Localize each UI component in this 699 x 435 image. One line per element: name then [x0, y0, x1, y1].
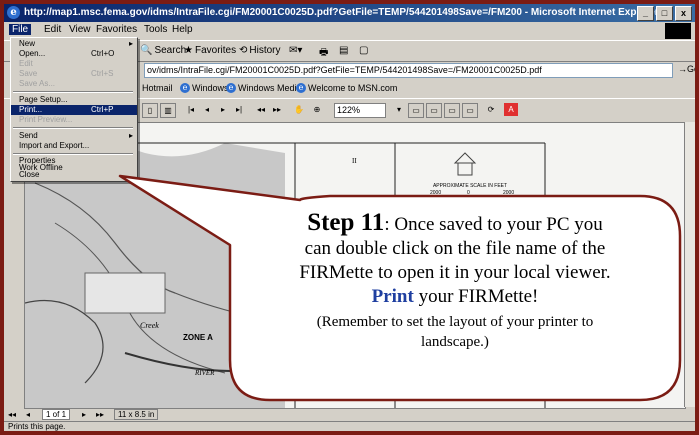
callout-text: Step 11: Once saved to your PC you can d…	[235, 210, 675, 352]
callout-note1: (Remember to set the layout of your prin…	[316, 314, 594, 330]
step-label: Step 11	[307, 209, 385, 236]
callout-line2: can double click on the file name of the	[304, 238, 606, 259]
print-word: Print	[371, 286, 414, 307]
callout-line3: FIRMette to open it in your local viewer…	[299, 262, 611, 283]
callout-note2: landscape.)	[421, 334, 489, 350]
callout-line1: : Once saved to your PC you	[384, 214, 603, 235]
callout-line4: your FIRMette!	[413, 286, 539, 307]
